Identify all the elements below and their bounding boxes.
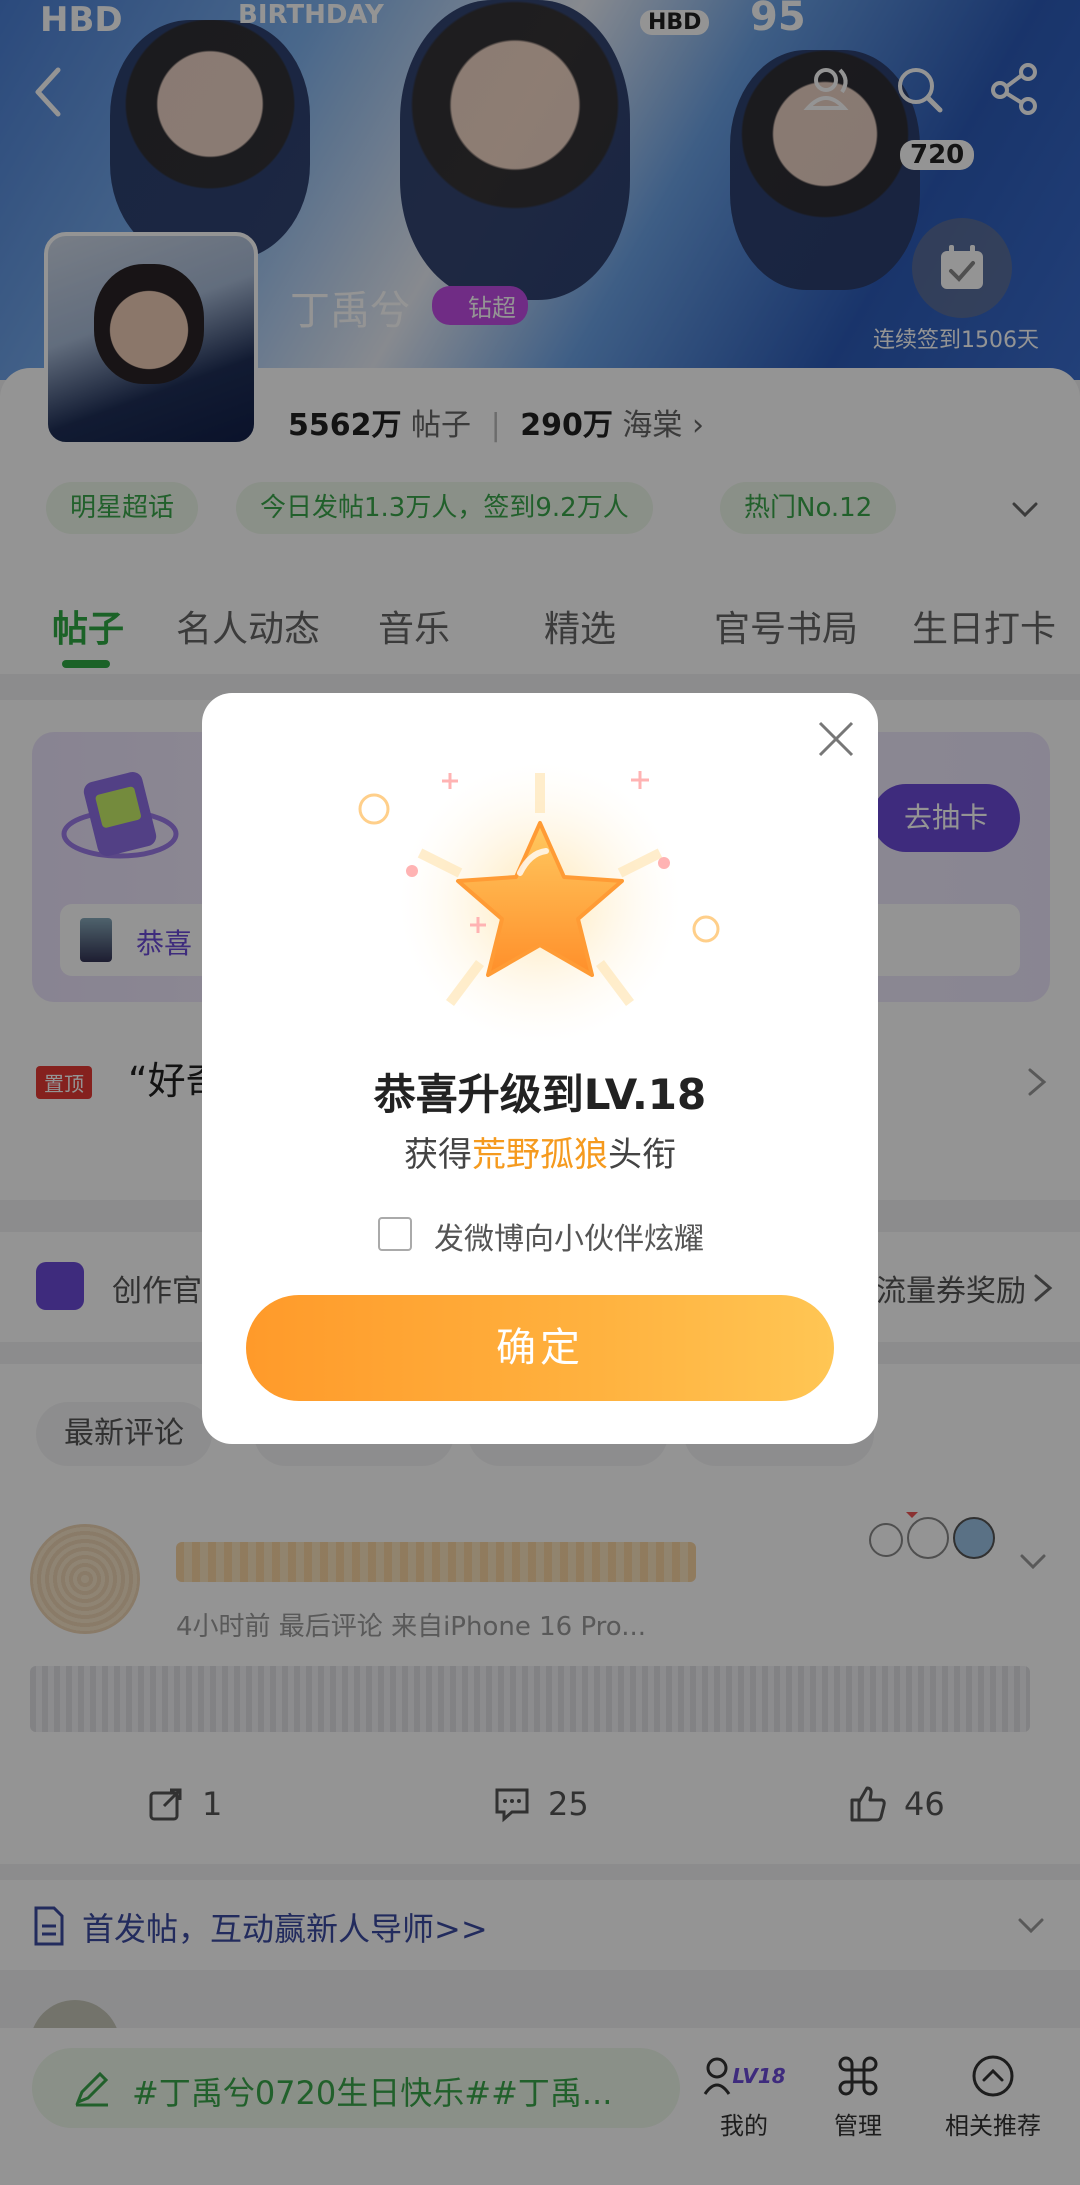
- subtitle-prefix: 获得: [404, 1135, 472, 1175]
- share-checkbox[interactable]: [378, 1217, 412, 1251]
- dialog-title: 恭喜升级到LV.18: [373, 1070, 707, 1119]
- level-up-dialog: 恭喜升级到LV.18 获得荒野孤狼头衔 发微博向小伙伴炫耀 确定: [202, 693, 878, 1444]
- star-icon: [358, 763, 720, 1043]
- confirm-button[interactable]: 确定: [246, 1295, 834, 1401]
- subtitle-suffix: 头衔: [608, 1135, 676, 1175]
- close-icon[interactable]: [814, 717, 858, 761]
- title-badge-name: 荒野孤狼: [472, 1135, 608, 1175]
- share-checkbox-label[interactable]: 发微博向小伙伴炫耀: [434, 1214, 704, 1258]
- dialog-subtitle: 获得荒野孤狼头衔: [202, 1127, 878, 1176]
